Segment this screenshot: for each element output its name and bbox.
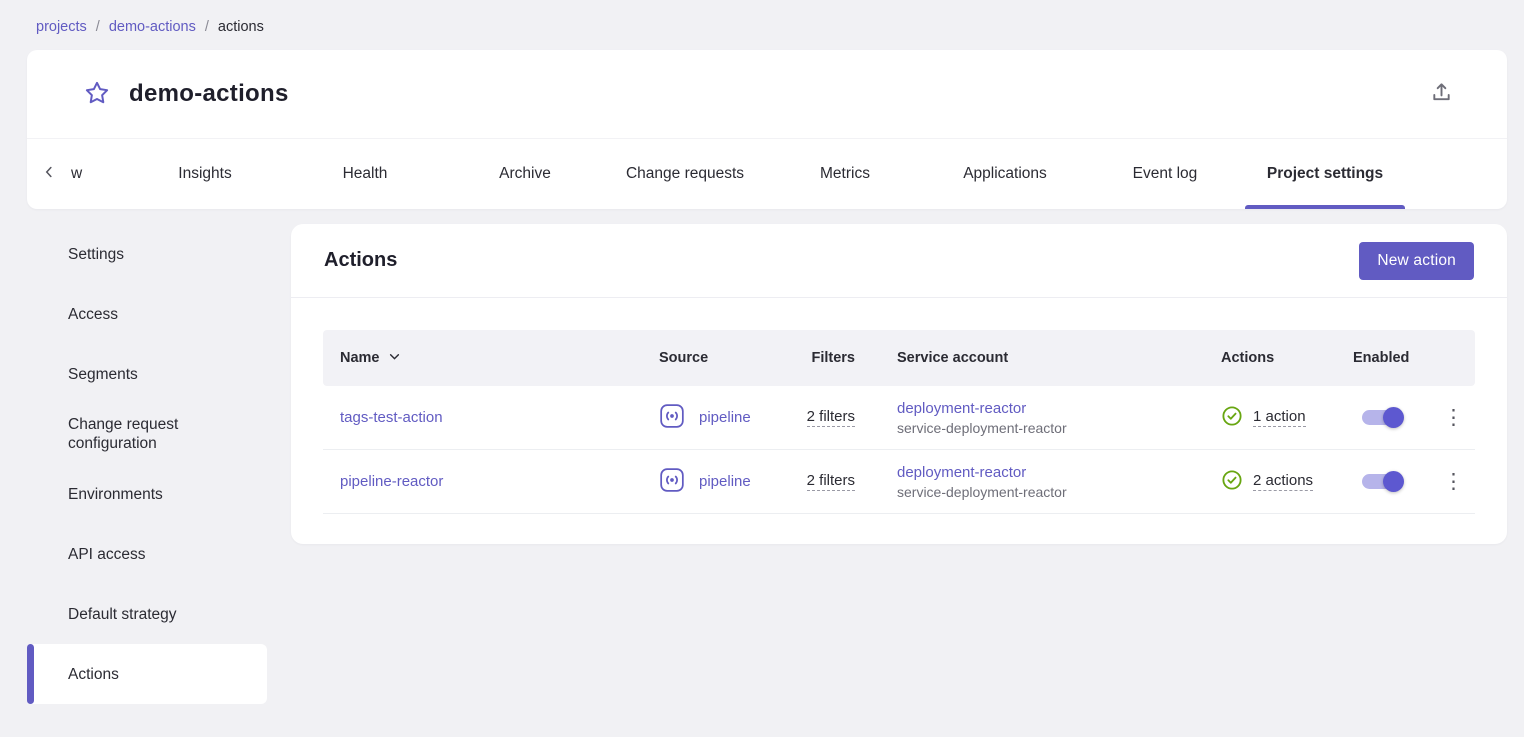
filters-count[interactable]: 2 filters xyxy=(807,408,855,427)
actions-card-header: Actions New action xyxy=(291,224,1507,298)
favorite-star-button[interactable] xyxy=(79,75,115,114)
source-cell: pipeline xyxy=(642,467,789,497)
tabs-scroll-left-button[interactable] xyxy=(27,139,71,209)
actions-count[interactable]: 2 actions xyxy=(1253,472,1313,491)
sidebar-item-change-request-configuration[interactable]: Change request configuration xyxy=(27,404,267,464)
sidebar-item-segments[interactable]: Segments xyxy=(27,344,267,404)
enabled-toggle[interactable] xyxy=(1362,474,1402,489)
column-header-name-label: Name xyxy=(340,350,380,366)
table-row: tags-test-action pipeline 2 filters xyxy=(323,386,1475,450)
action-name-link[interactable]: pipeline-reactor xyxy=(340,473,443,490)
breadcrumb-current-page: actions xyxy=(218,19,264,35)
tab-change-requests[interactable]: Change requests xyxy=(605,139,765,209)
action-name-cell: tags-test-action xyxy=(323,409,642,426)
enabled-toggle[interactable] xyxy=(1362,410,1402,425)
sidebar-item-actions[interactable]: Actions xyxy=(27,644,267,704)
tab-project-settings[interactable]: Project settings xyxy=(1245,139,1405,209)
toggle-thumb xyxy=(1383,471,1404,492)
actions-count-cell: 2 actions xyxy=(1204,469,1336,495)
sidebar-item-access[interactable]: Access xyxy=(27,284,267,344)
column-header-actions: Actions xyxy=(1204,350,1336,366)
check-circle-icon xyxy=(1221,405,1243,431)
breadcrumb-separator: / xyxy=(96,19,100,35)
filters-cell: 2 filters xyxy=(789,472,880,491)
star-icon xyxy=(83,79,111,110)
tab-insights[interactable]: Insights xyxy=(125,139,285,209)
service-account-token: service-deployment-reactor xyxy=(897,484,1067,500)
service-account-link[interactable]: deployment-reactor xyxy=(897,464,1026,481)
filters-cell: 2 filters xyxy=(789,408,880,427)
breadcrumb: projects / demo-actions / actions xyxy=(0,0,1524,35)
new-action-button[interactable]: New action xyxy=(1359,242,1474,280)
filters-count[interactable]: 2 filters xyxy=(807,472,855,491)
actions-card: Actions New action Name Source Filters S… xyxy=(291,224,1507,544)
tab-applications[interactable]: Applications xyxy=(925,139,1085,209)
service-account-cell: deployment-reactor service-deployment-re… xyxy=(880,464,1204,500)
signal-source-icon xyxy=(659,403,685,433)
tab-metrics[interactable]: Metrics xyxy=(765,139,925,209)
chevron-left-icon xyxy=(40,163,58,185)
enabled-cell xyxy=(1336,410,1432,425)
table-header-row: Name Source Filters Service account Acti… xyxy=(323,330,1475,386)
service-account-token: service-deployment-reactor xyxy=(897,420,1067,436)
column-header-name[interactable]: Name xyxy=(323,348,642,369)
action-name-link[interactable]: tags-test-action xyxy=(340,409,443,426)
actions-count[interactable]: 1 action xyxy=(1253,408,1306,427)
page-title: demo-actions xyxy=(129,80,1426,108)
source-cell: pipeline xyxy=(642,403,789,433)
project-header-card: demo-actions w Insights Health Archive C… xyxy=(27,50,1507,209)
table-row: pipeline-reactor pipeline 2 filters xyxy=(323,450,1475,514)
breadcrumb-separator: / xyxy=(205,19,209,35)
source-link[interactable]: pipeline xyxy=(699,409,751,426)
upload-icon xyxy=(1430,81,1453,107)
actions-title: Actions xyxy=(324,249,397,272)
sidebar-item-default-strategy[interactable]: Default strategy xyxy=(27,584,267,644)
action-name-cell: pipeline-reactor xyxy=(323,473,642,490)
project-tabs: w Insights Health Archive Change request… xyxy=(27,138,1507,209)
column-header-source: Source xyxy=(642,350,789,366)
service-account-link[interactable]: deployment-reactor xyxy=(897,400,1026,417)
tab-health[interactable]: Health xyxy=(285,139,445,209)
signal-source-icon xyxy=(659,467,685,497)
tab-event-log[interactable]: Event log xyxy=(1085,139,1245,209)
sort-chevron-down-icon xyxy=(386,348,403,369)
row-menu-button[interactable]: ⋮ xyxy=(1432,469,1475,494)
settings-sidebar: Settings Access Segments Change request … xyxy=(27,224,267,704)
project-header: demo-actions xyxy=(27,50,1507,138)
tab-overview-partial[interactable]: w xyxy=(71,139,125,209)
check-circle-icon xyxy=(1221,469,1243,495)
actions-table: Name Source Filters Service account Acti… xyxy=(291,298,1507,544)
sidebar-item-api-access[interactable]: API access xyxy=(27,524,267,584)
breadcrumb-projects-link[interactable]: projects xyxy=(36,19,87,35)
row-menu-button[interactable]: ⋮ xyxy=(1432,405,1475,430)
service-account-cell: deployment-reactor service-deployment-re… xyxy=(880,400,1204,436)
toggle-thumb xyxy=(1383,407,1404,428)
column-header-service-account: Service account xyxy=(880,350,1204,366)
breadcrumb-project-link[interactable]: demo-actions xyxy=(109,19,196,35)
export-project-button[interactable] xyxy=(1426,77,1457,111)
tab-archive[interactable]: Archive xyxy=(445,139,605,209)
column-header-enabled: Enabled xyxy=(1336,350,1432,366)
sidebar-item-environments[interactable]: Environments xyxy=(27,464,267,524)
actions-count-cell: 1 action xyxy=(1204,405,1336,431)
sidebar-item-settings[interactable]: Settings xyxy=(27,224,267,284)
source-link[interactable]: pipeline xyxy=(699,473,751,490)
column-header-filters: Filters xyxy=(789,350,880,366)
enabled-cell xyxy=(1336,474,1432,489)
main-area: Settings Access Segments Change request … xyxy=(0,224,1524,704)
